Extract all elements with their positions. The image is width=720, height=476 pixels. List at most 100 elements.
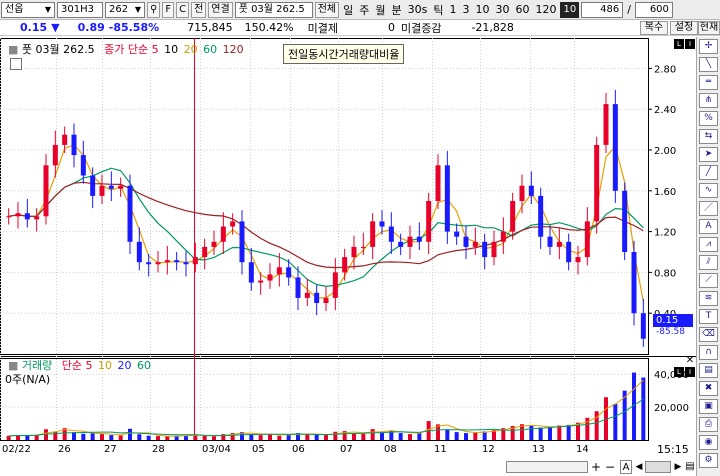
candle-body bbox=[174, 260, 180, 263]
volume-bar bbox=[53, 431, 58, 440]
panel-collapse-icon[interactable]: I bbox=[685, 39, 695, 49]
time-tick-label: 07 bbox=[340, 444, 353, 455]
pointer-icon[interactable]: ➤ bbox=[699, 147, 718, 162]
period-month[interactable]: 월 bbox=[372, 2, 388, 18]
interval-30[interactable]: 30 bbox=[492, 3, 512, 16]
unsettled-change-label: 미결증감 bbox=[400, 21, 442, 35]
settings-icon[interactable]: ⚙ bbox=[699, 453, 718, 468]
volume-bar bbox=[548, 426, 552, 440]
period-minute[interactable]: 분 bbox=[388, 2, 404, 18]
link-button[interactable]: 연결 bbox=[208, 1, 233, 18]
legend-checkbox[interactable] bbox=[10, 58, 22, 70]
fan-icon[interactable]: ⟋ bbox=[699, 273, 718, 288]
volume-bar bbox=[156, 436, 160, 440]
grid-lines bbox=[0, 38, 696, 441]
all-button[interactable]: 전체 bbox=[314, 1, 340, 18]
search-button[interactable]: ⚲ bbox=[147, 1, 161, 18]
price-tick-label: 2.00 bbox=[654, 146, 676, 157]
f-button[interactable]: F bbox=[162, 1, 175, 18]
lock-icon[interactable]: ▤ bbox=[699, 363, 718, 378]
candle-body bbox=[211, 241, 217, 247]
period-tick[interactable]: 틱 bbox=[430, 2, 446, 18]
eraser-icon[interactable]: ⌫ bbox=[699, 327, 718, 342]
main-toolbar: 선옵 ▼ 301H3 262 ▼ ⚲ F C 전 연결 풋 03월 262.5 … bbox=[0, 0, 720, 20]
candle-body bbox=[528, 185, 534, 196]
zoom-in-button[interactable]: + bbox=[590, 460, 602, 474]
crosshair-icon[interactable]: ✢ bbox=[699, 39, 718, 54]
text-tool-icon[interactable]: T bbox=[699, 309, 718, 324]
diagonal-line-icon[interactable]: ╱ bbox=[699, 165, 718, 180]
chart-settings-icon[interactable]: ▤ bbox=[684, 460, 696, 474]
strike-select[interactable]: 262 ▼ bbox=[105, 1, 145, 18]
tab-multi[interactable]: 복수 bbox=[640, 21, 668, 35]
zigzag-icon[interactable]: ⩘ bbox=[699, 237, 718, 252]
chart-100-icon[interactable]: % bbox=[699, 111, 718, 126]
print-icon[interactable]: ⎙ bbox=[699, 417, 718, 432]
candle-body bbox=[622, 190, 628, 252]
volume-bar bbox=[128, 428, 132, 440]
jeon-button[interactable]: 전 bbox=[191, 1, 207, 18]
volume-bar bbox=[538, 427, 543, 440]
save-icon[interactable]: ▣ bbox=[699, 399, 718, 414]
candle-body bbox=[603, 104, 609, 145]
volume-bar bbox=[25, 435, 30, 440]
volume-bar bbox=[557, 425, 562, 440]
chart-canvas[interactable]: 2.802.402.001.601.200.800.4002/222627280… bbox=[0, 36, 696, 476]
count-selected[interactable]: 10 bbox=[560, 1, 580, 18]
candle-body bbox=[127, 185, 133, 242]
trendline-icon[interactable]: ╲ bbox=[699, 57, 718, 72]
market-select[interactable]: 선옵 ▼ bbox=[1, 1, 55, 18]
magnet-icon[interactable]: ∩ bbox=[699, 345, 718, 360]
auto-icon[interactable]: A bbox=[699, 219, 718, 234]
channel-icon[interactable]: ⫽ bbox=[699, 255, 718, 270]
interval-120[interactable]: 120 bbox=[532, 3, 559, 16]
candle-body bbox=[146, 262, 152, 265]
volume-panel-max-icon[interactable]: L bbox=[674, 367, 684, 377]
period-week[interactable]: 주 bbox=[356, 2, 372, 18]
fibonacci-icon[interactable]: ≋ bbox=[699, 291, 718, 306]
volume-bar bbox=[464, 433, 468, 440]
delete-all-icon[interactable]: ✖ bbox=[699, 381, 718, 396]
tab-current[interactable]: 현재 bbox=[698, 21, 720, 35]
scroll-right-icon[interactable]: ▶ bbox=[673, 460, 683, 474]
period-30s[interactable]: 30s bbox=[405, 3, 431, 16]
candle-body bbox=[183, 262, 189, 265]
change-pct: -85.58% bbox=[108, 21, 160, 34]
camera-icon[interactable]: ◉ bbox=[699, 435, 718, 450]
interval-1[interactable]: 1 bbox=[446, 3, 459, 16]
volume-bar bbox=[165, 436, 170, 440]
price-tick-label: 0.80 bbox=[654, 268, 676, 279]
indicator-icon[interactable]: ⋔ bbox=[699, 93, 718, 108]
candle-body bbox=[594, 144, 600, 222]
volume-bar bbox=[352, 433, 356, 440]
total-input[interactable]: 600 bbox=[634, 1, 673, 18]
candle-body bbox=[538, 195, 544, 237]
scroll-left-icon[interactable]: ◀ bbox=[634, 460, 644, 474]
candle-body bbox=[370, 221, 376, 247]
interval-10[interactable]: 10 bbox=[472, 3, 492, 16]
period-day[interactable]: 일 bbox=[340, 2, 356, 18]
compare-icon[interactable]: ⇆ bbox=[699, 129, 718, 144]
horizontal-line-icon[interactable]: ═ bbox=[699, 75, 718, 90]
tab-settings[interactable]: 설정 bbox=[670, 21, 698, 35]
volume-bar bbox=[314, 434, 319, 440]
indicator-title-box[interactable]: 전일동시간거래량대비율 bbox=[283, 44, 405, 64]
code-input[interactable]: 301H3 bbox=[57, 1, 103, 18]
scrollbar-track[interactable] bbox=[645, 461, 671, 473]
zoom-out-button[interactable]: − bbox=[604, 460, 616, 474]
reset-zoom-button[interactable]: A bbox=[620, 460, 632, 474]
line-tool-icon[interactable]: ／ bbox=[699, 201, 718, 216]
volume-panel-collapse-icon[interactable]: I bbox=[685, 367, 695, 377]
count-input[interactable]: 486 bbox=[581, 1, 624, 18]
candle-body bbox=[34, 216, 40, 220]
wave-icon[interactable]: ∿ bbox=[699, 183, 718, 198]
c-button[interactable]: C bbox=[176, 1, 190, 18]
interval-60[interactable]: 60 bbox=[512, 3, 532, 16]
candle-body bbox=[62, 134, 68, 145]
scroll-ruler[interactable] bbox=[506, 461, 588, 473]
candle-body bbox=[547, 236, 553, 247]
interval-3[interactable]: 3 bbox=[459, 3, 472, 16]
panel-max-icon[interactable]: L bbox=[674, 39, 684, 49]
volume-panel-close-icon[interactable]: ✕ bbox=[685, 356, 695, 366]
candle-body bbox=[248, 262, 254, 283]
